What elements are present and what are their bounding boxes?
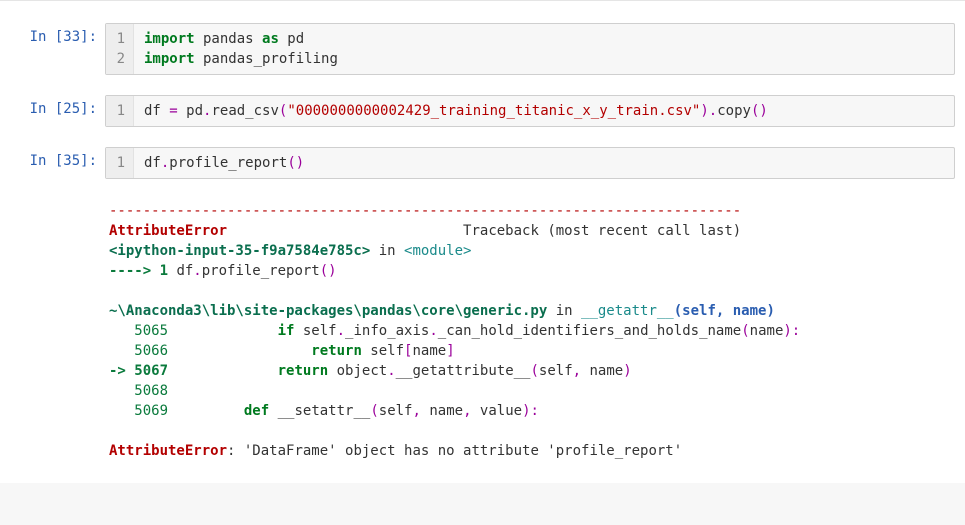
code-text: df xyxy=(176,263,193,279)
padding xyxy=(176,363,277,379)
code-text: _can_hold_identifiers_and_holds_name xyxy=(438,323,741,339)
code-op: ( xyxy=(370,403,378,419)
keyword: def xyxy=(244,403,269,419)
code-input-box[interactable]: 1 df = pd.read_csv("0000000000002429_tra… xyxy=(105,95,955,127)
line-number-gutter: 1 2 xyxy=(106,24,134,74)
frame-function: __getattr__ xyxy=(581,303,674,319)
code-text: self xyxy=(539,363,573,379)
code-text: value xyxy=(480,403,522,419)
text: : xyxy=(227,443,244,459)
code-editor[interactable]: import pandas as pdimport pandas_profili… xyxy=(134,24,954,74)
traceback-separator: ----------------------------------------… xyxy=(109,203,741,219)
code-op: ] xyxy=(446,343,454,359)
frame-module: <module> xyxy=(404,243,471,259)
line-number-gutter: 1 xyxy=(106,96,134,126)
code-text: name xyxy=(590,363,624,379)
code-op: ): xyxy=(522,403,539,419)
code-text: __getattribute__ xyxy=(396,363,531,379)
padding xyxy=(176,403,243,419)
line-number: 5069 xyxy=(109,403,176,419)
code-op: ( xyxy=(530,363,538,379)
code-cell: In [25]: 1 df = pd.read_csv("00000000000… xyxy=(0,89,965,133)
input-prompt: In [35]: xyxy=(10,147,105,179)
code-input-box[interactable]: 1 2 import pandas as pdimport pandas_pro… xyxy=(105,23,955,75)
code-op: ) xyxy=(623,363,631,379)
code-op: () xyxy=(320,263,337,279)
code-text: object xyxy=(328,363,387,379)
code-text: name xyxy=(412,343,446,359)
code-op: , xyxy=(463,403,480,419)
code-op: ): xyxy=(783,323,800,339)
code-op: . xyxy=(193,263,201,279)
code-op: . xyxy=(387,363,395,379)
code-cell: In [33]: 1 2 import pandas as pdimport p… xyxy=(0,17,965,81)
notebook: In [33]: 1 2 import pandas as pdimport p… xyxy=(0,0,965,483)
output-prompt-spacer xyxy=(10,195,105,467)
line-number: 5065 xyxy=(109,323,176,339)
code-editor[interactable]: df.profile_report() xyxy=(134,148,954,178)
frame-location: ~\Anaconda3\lib\site-packages\pandas\cor… xyxy=(109,303,547,319)
code-text: self xyxy=(294,323,336,339)
code-text: self xyxy=(362,343,404,359)
traceback-output: ----------------------------------------… xyxy=(105,195,955,467)
error-message: 'DataFrame' object has no attribute 'pro… xyxy=(244,443,682,459)
error-name: AttributeError xyxy=(109,223,227,239)
traceback-label: Traceback (most recent call last) xyxy=(463,223,741,239)
line-number: 1 xyxy=(114,101,125,121)
line-number: 5068 xyxy=(109,383,176,399)
code-text: _info_axis xyxy=(345,323,429,339)
frame-location: <ipython-input-35-f9a7584e785c> xyxy=(109,243,370,259)
code-op: . xyxy=(337,323,345,339)
line-number: 2 xyxy=(114,49,125,69)
input-prompt: In [25]: xyxy=(10,95,105,127)
code-op: . xyxy=(429,323,437,339)
line-number: 1 xyxy=(114,29,125,49)
cell-output: ----------------------------------------… xyxy=(0,193,965,473)
code-text: name xyxy=(429,403,463,419)
line-number-gutter: 1 xyxy=(106,148,134,178)
code-op: , xyxy=(573,363,590,379)
code-input-box[interactable]: 1 df.profile_report() xyxy=(105,147,955,179)
frame-signature: (self, name) xyxy=(674,303,775,319)
padding xyxy=(176,343,311,359)
error-name: AttributeError xyxy=(109,443,227,459)
keyword: if xyxy=(278,323,295,339)
code-editor[interactable]: df = pd.read_csv("0000000000002429_train… xyxy=(134,96,954,126)
keyword: return xyxy=(278,363,329,379)
line-number: 5066 xyxy=(109,343,176,359)
code-op: ( xyxy=(741,323,749,339)
padding xyxy=(176,323,277,339)
input-prompt: In [33]: xyxy=(10,23,105,75)
code-text: self xyxy=(379,403,413,419)
code-text: __setattr__ xyxy=(269,403,370,419)
code-text: profile_report xyxy=(202,263,320,279)
code-text: name xyxy=(750,323,784,339)
text: in xyxy=(370,243,404,259)
frame-arrow: ----> 1 xyxy=(109,263,176,279)
frame-arrow: -> 5067 xyxy=(109,363,176,379)
code-op: , xyxy=(412,403,429,419)
keyword: return xyxy=(311,343,362,359)
code-cell: In [35]: 1 df.profile_report() xyxy=(0,141,965,185)
padding xyxy=(227,223,463,239)
text: in xyxy=(547,303,581,319)
line-number: 1 xyxy=(114,153,125,173)
